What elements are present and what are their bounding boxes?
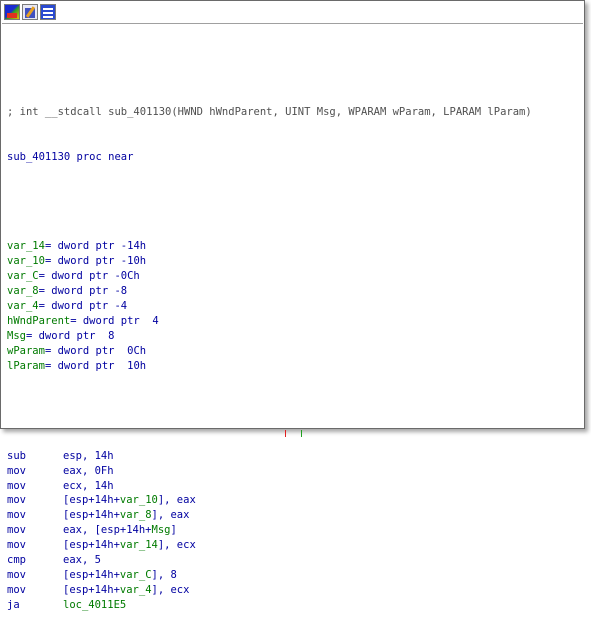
stack-var-line[interactable]: wParam= dword ptr 0Ch bbox=[7, 344, 532, 359]
instruction-mnemonic[interactable]: mov bbox=[7, 523, 63, 538]
stack-variables: var_14= dword ptr -14h var_10= dword ptr … bbox=[7, 239, 532, 373]
instruction-operands[interactable]: [esp+14h+var_C], 8 bbox=[63, 569, 177, 581]
instruction-mnemonic[interactable]: mov bbox=[7, 583, 63, 598]
instruction-mnemonic[interactable]: mov bbox=[7, 493, 63, 508]
instruction-operands[interactable]: eax, [esp+14h+Msg] bbox=[63, 524, 177, 536]
stack-var-line[interactable]: var_14= dword ptr -14h bbox=[7, 239, 532, 254]
stack-var-name[interactable]: wParam bbox=[7, 345, 45, 357]
instruction-line[interactable]: mov [esp+14h+var_14], ecx bbox=[7, 538, 532, 553]
stack-var-name[interactable]: var_10 bbox=[7, 255, 45, 267]
stack-var-name[interactable]: hWndParent bbox=[7, 315, 70, 327]
instruction-line[interactable]: sub esp, 14h bbox=[7, 449, 532, 464]
stack-var-name[interactable]: var_8 bbox=[7, 285, 39, 297]
graph-view-icon[interactable] bbox=[4, 4, 20, 20]
instruction-operands[interactable]: ecx, 14h bbox=[63, 480, 114, 492]
instruction-mnemonic[interactable]: sub bbox=[7, 449, 63, 464]
stack-var-def: = dword ptr -8 bbox=[38, 285, 128, 298]
code-block-window[interactable]: ; int __stdcall sub_401130(HWND hWndPare… bbox=[0, 0, 585, 611]
instruction-line[interactable]: mov [esp+14h+var_4], ecx bbox=[7, 583, 532, 598]
stack-var-line[interactable]: hWndParent= dword ptr 4 bbox=[7, 314, 532, 329]
stack-var-line[interactable]: var_4= dword ptr -4 bbox=[7, 299, 532, 314]
proc-declaration[interactable]: sub_401130 proc near bbox=[7, 150, 532, 165]
stack-var-name[interactable]: var_14 bbox=[7, 240, 45, 252]
instruction-mnemonic[interactable]: mov bbox=[7, 479, 63, 494]
instruction-operands[interactable]: [esp+14h+var_10], eax bbox=[63, 494, 196, 506]
instruction-line[interactable]: mov [esp+14h+var_8], eax bbox=[7, 508, 532, 523]
text-view-icon[interactable] bbox=[40, 4, 56, 20]
instruction-line[interactable]: mov eax, [esp+14h+Msg] bbox=[7, 523, 532, 538]
instruction-mnemonic[interactable]: ja bbox=[7, 598, 63, 613]
instruction-operands[interactable]: eax, 5 bbox=[63, 554, 101, 566]
stack-var-def: = dword ptr 10h bbox=[44, 359, 147, 372]
false-branch-edge bbox=[285, 430, 286, 437]
disassembly-listing[interactable]: ; int __stdcall sub_401130(HWND hWndPare… bbox=[7, 75, 532, 643]
instruction-operands[interactable]: [esp+14h+var_14], ecx bbox=[63, 539, 196, 551]
instruction-operands[interactable]: [esp+14h+var_8], eax bbox=[63, 509, 189, 521]
instruction-operands[interactable]: eax, 0Fh bbox=[63, 465, 114, 477]
stack-var-line[interactable]: lParam= dword ptr 10h bbox=[7, 359, 532, 374]
stack-var-def: = dword ptr 0Ch bbox=[44, 345, 147, 357]
instruction-mnemonic[interactable]: mov bbox=[7, 464, 63, 479]
instruction-mnemonic[interactable]: mov bbox=[7, 538, 63, 553]
instruction-line[interactable]: mov ecx, 14h bbox=[7, 479, 532, 494]
instruction-mnemonic[interactable]: cmp bbox=[7, 553, 63, 568]
stack-var-line[interactable]: var_C= dword ptr -0Ch bbox=[7, 269, 532, 284]
instruction-mnemonic[interactable]: mov bbox=[7, 508, 63, 523]
block-toolbar bbox=[4, 4, 56, 22]
instruction-mnemonic[interactable]: mov bbox=[7, 568, 63, 583]
instruction-operands[interactable]: esp, 14h bbox=[63, 450, 114, 462]
stack-var-name[interactable]: Msg bbox=[7, 330, 26, 342]
stack-var-name[interactable]: lParam bbox=[7, 360, 45, 372]
toolbar-divider bbox=[2, 23, 583, 24]
stack-var-def: = dword ptr 8 bbox=[25, 330, 115, 343]
instruction-line[interactable]: cmp eax, 5 bbox=[7, 553, 532, 568]
instruction-line[interactable]: mov [esp+14h+var_C], 8 bbox=[7, 568, 532, 583]
instruction-operands[interactable]: loc_4011E5 bbox=[63, 599, 126, 611]
stack-var-def: = dword ptr 4 bbox=[70, 315, 159, 328]
instruction-line[interactable]: mov [esp+14h+var_10], eax bbox=[7, 493, 532, 508]
function-signature-comment: ; int __stdcall sub_401130(HWND hWndPare… bbox=[7, 105, 532, 118]
true-branch-edge bbox=[301, 430, 302, 437]
stack-var-line[interactable]: var_8= dword ptr -8 bbox=[7, 284, 532, 299]
instructions: sub esp, 14h mov eax, 0Fh mov ecx, 14h mov [esp… bbox=[7, 449, 532, 613]
stack-var-name[interactable]: var_4 bbox=[7, 300, 39, 312]
stack-var-line[interactable]: var_10= dword ptr -10h bbox=[7, 254, 532, 269]
instruction-operands[interactable]: [esp+14h+var_4], ecx bbox=[63, 584, 189, 596]
stack-var-line[interactable]: Msg= dword ptr 8 bbox=[7, 329, 532, 344]
stack-var-def: = dword ptr -14h bbox=[44, 240, 147, 253]
stack-var-def: = dword ptr -0Ch bbox=[38, 270, 140, 283]
stack-var-def: = dword ptr -10h bbox=[44, 255, 147, 268]
edit-icon[interactable] bbox=[22, 4, 38, 20]
instruction-line[interactable]: mov eax, 0Fh bbox=[7, 464, 532, 479]
instruction-line[interactable]: ja loc_4011E5 bbox=[7, 598, 532, 613]
stack-var-def: = dword ptr -4 bbox=[38, 300, 128, 313]
stack-var-name[interactable]: var_C bbox=[7, 270, 39, 282]
